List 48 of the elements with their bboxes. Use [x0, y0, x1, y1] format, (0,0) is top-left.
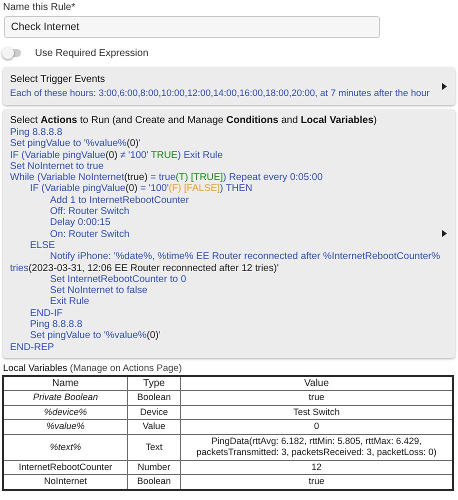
- section-note: (Manage on Actions Page): [70, 362, 182, 374]
- table-cell: %value%: [3, 420, 128, 434]
- action-line: On: Router Switch: [49, 228, 130, 240]
- action-line: ELSE: [29, 240, 56, 252]
- action-line: Ping 8.8.8.8: [10, 127, 64, 138]
- expand-arrow-icon: [442, 230, 447, 237]
- action-line: Set InternetRebootCounter to 0: [49, 274, 188, 286]
- action-line: Notify iPhone: '%date%, %time% EE Router reconnected after %InternetRebootCounter% tries(2023-03-31, 12:06 EE Router reconnected after 12 tries)': [10, 251, 442, 274]
- action-line: Add 1 to InternetRebootCounter: [49, 194, 190, 206]
- action-line: Set NoInternet to false: [49, 285, 148, 296]
- column-header: Name: [3, 376, 128, 391]
- rule-name-field[interactable]: Check Internet: [4, 16, 380, 38]
- action-line: While (Variable NoInternet(true) = true(T) [TRUE]) Repeat every 0:05:00: [10, 172, 324, 184]
- table-cell: Test Switch: [180, 405, 453, 420]
- action-line: END-REP: [10, 342, 56, 353]
- table-cell: PingData(rttAvg: 6.182, rttMin: 5.805, rttMax: 6.429, packetsTransmitted: 3, packetsReceived: 3, packetLoss: 0): [180, 434, 453, 460]
- table-cell: 0: [180, 420, 453, 434]
- action-line: Off: Router Switch: [49, 206, 130, 218]
- panel-title: Select Trigger Events: [10, 73, 106, 86]
- trigger-description: Each of these hours: 3:00,6:00,8:00,10:00,12:00,14:00,16:00,18:00,20:00, at 7 minutes after the hour: [10, 86, 431, 99]
- column-header: Type: [128, 376, 180, 391]
- table-cell: Private Boolean: [3, 390, 128, 406]
- trigger-panel[interactable]: Select Trigger Events Each of these hours: 3:00,6:00,8:00,10:00,12:00,14:00,16:00,18:00,20:00, at 7 minutes after the hour: [3, 67, 455, 105]
- table-cell: Boolean: [128, 390, 180, 406]
- column-header: Value: [180, 376, 453, 391]
- action-line: Set NoInternet to true: [10, 160, 105, 172]
- panel-title: Select Actions to Run (and Create and Manage Conditions and Local Variables): [10, 114, 378, 127]
- toggle-label: Use Required Expression: [35, 48, 148, 58]
- expand-arrow-icon: [442, 82, 447, 90]
- table-cell: Number: [128, 460, 180, 475]
- toggle-switch[interactable]: [3, 49, 21, 57]
- table-cell: %text%: [3, 434, 128, 460]
- table-cell: Value: [128, 420, 180, 434]
- table-cell: %device%: [3, 405, 128, 420]
- action-line: END-IF: [29, 308, 64, 320]
- field-label: Name this Rule*: [3, 2, 76, 13]
- table-cell: Text: [128, 434, 180, 460]
- actions-panel[interactable]: [3, 109, 455, 358]
- section-title: Local Variables: [3, 362, 68, 374]
- action-line: IF (Variable pingValue(0) = '100'(F) [FALSE]) THEN: [29, 183, 254, 195]
- action-line: Delay 0:00:15: [49, 217, 112, 229]
- action-line: Set pingValue to '%value%(0)': [10, 138, 142, 150]
- action-line: Exit Rule: [49, 296, 90, 308]
- table-cell: InternetRebootCounter: [3, 460, 128, 475]
- action-line: Ping 8.8.8.8: [29, 319, 84, 330]
- action-line: IF (Variable pingValue(0) ≠ '100' TRUE) Exit Rule: [10, 150, 224, 161]
- action-line: Set pingValue to '%value%(0)': [29, 330, 162, 342]
- table-cell: Device: [128, 405, 180, 420]
